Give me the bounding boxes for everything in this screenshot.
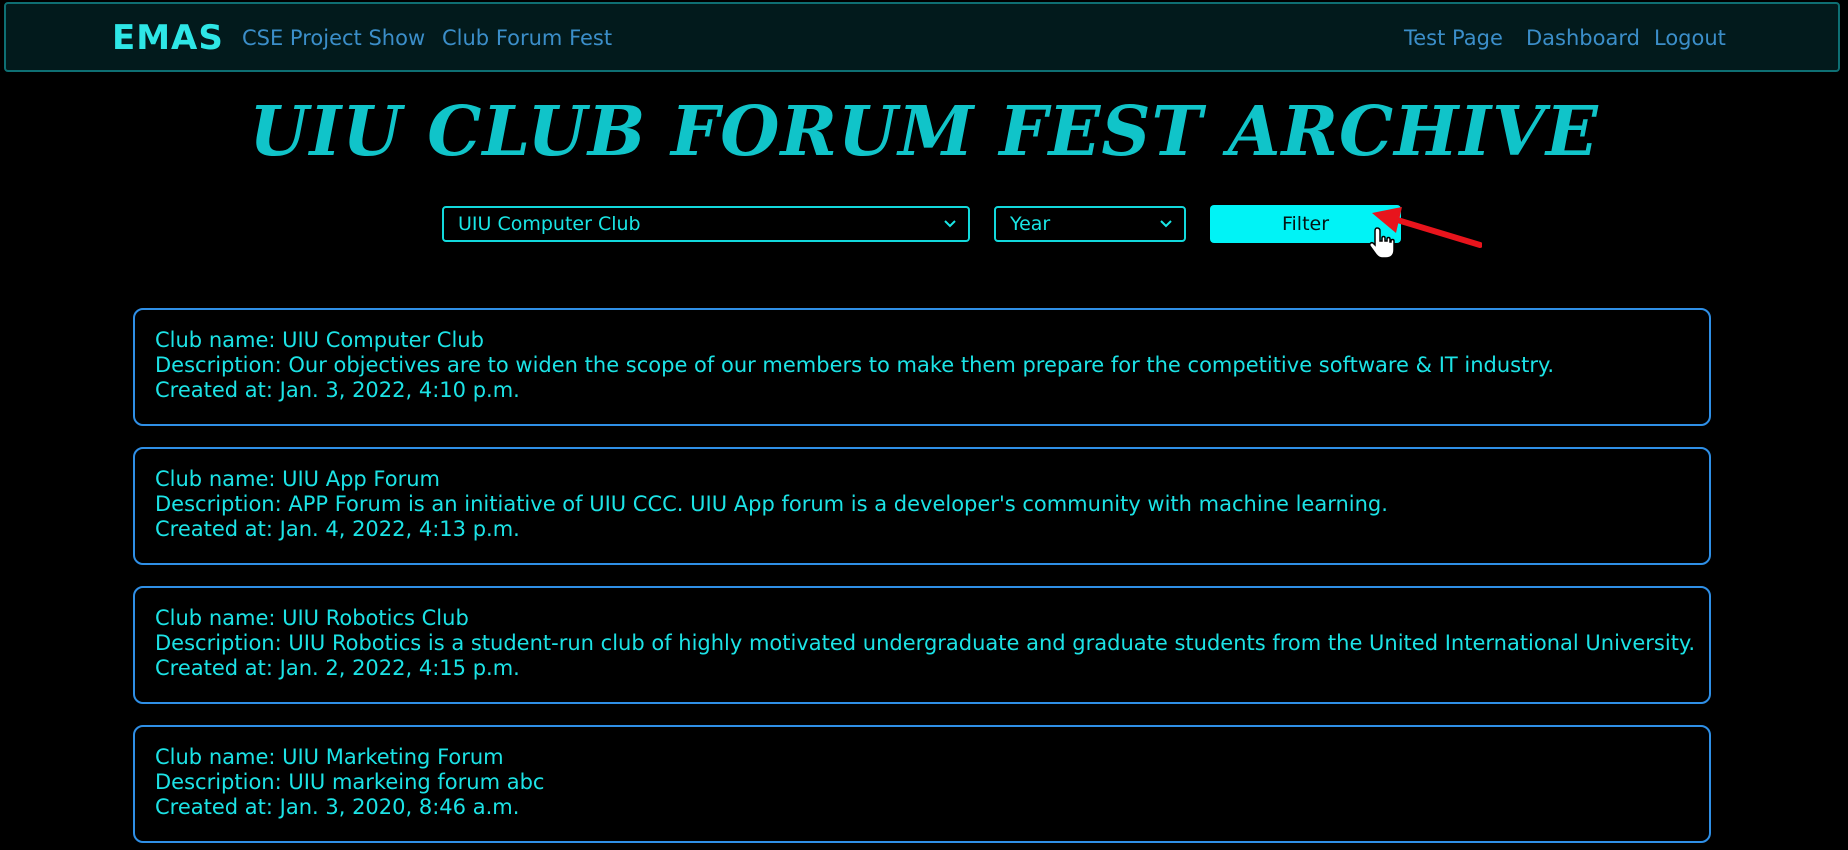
club-name: Club name: UIU Marketing Forum [155,745,504,769]
club-created-at: Created at: Jan. 3, 2022, 4:10 p.m. [155,378,520,402]
club-description: Description: UIU markeing forum abc [155,770,545,794]
club-description: Description: UIU Robotics is a student-r… [155,631,1696,655]
club-created-at: Created at: Jan. 2, 2022, 4:15 p.m. [155,656,520,680]
club-select-value: UIU Computer Club [458,213,641,235]
nav-link-club-forum-fest[interactable]: Club Forum Fest [442,26,612,50]
club-name: Club name: UIU Robotics Club [155,606,469,630]
club-created-at: Created at: Jan. 4, 2022, 4:13 p.m. [155,517,520,541]
club-card: Club name: UIU App Forum Description: AP… [133,447,1711,565]
club-card: Club name: UIU Robotics Club Description… [133,586,1711,704]
navbar: EMAS CSE Project Show Club Forum Fest Te… [4,2,1840,72]
club-description: Description: APP Forum is an initiative … [155,492,1388,516]
nav-link-test-page[interactable]: Test Page [1404,26,1503,50]
chevron-down-icon [1160,220,1172,228]
chevron-down-icon [944,220,956,228]
page-title: UIU CLUB FORUM FEST ARCHIVE [249,92,1599,172]
club-name: Club name: UIU App Forum [155,467,441,491]
hand-pointer-icon [1369,227,1395,259]
brand-logo[interactable]: EMAS [112,18,224,58]
club-name: Club name: UIU Computer Club [155,328,484,352]
club-card: Club name: UIU Computer Club Description… [133,308,1711,426]
nav-link-logout[interactable]: Logout [1654,26,1726,50]
club-created-at: Created at: Jan. 3, 2020, 8:46 a.m. [155,795,520,819]
club-card: Club name: UIU Marketing Forum Descripti… [133,725,1711,843]
club-description: Description: Our objectives are to widen… [155,353,1555,377]
nav-link-dashboard[interactable]: Dashboard [1526,26,1640,50]
year-select[interactable]: Year [994,206,1186,242]
club-select[interactable]: UIU Computer Club [442,206,970,242]
nav-link-cse-project-show[interactable]: CSE Project Show [242,26,425,50]
year-select-value: Year [1010,213,1051,235]
